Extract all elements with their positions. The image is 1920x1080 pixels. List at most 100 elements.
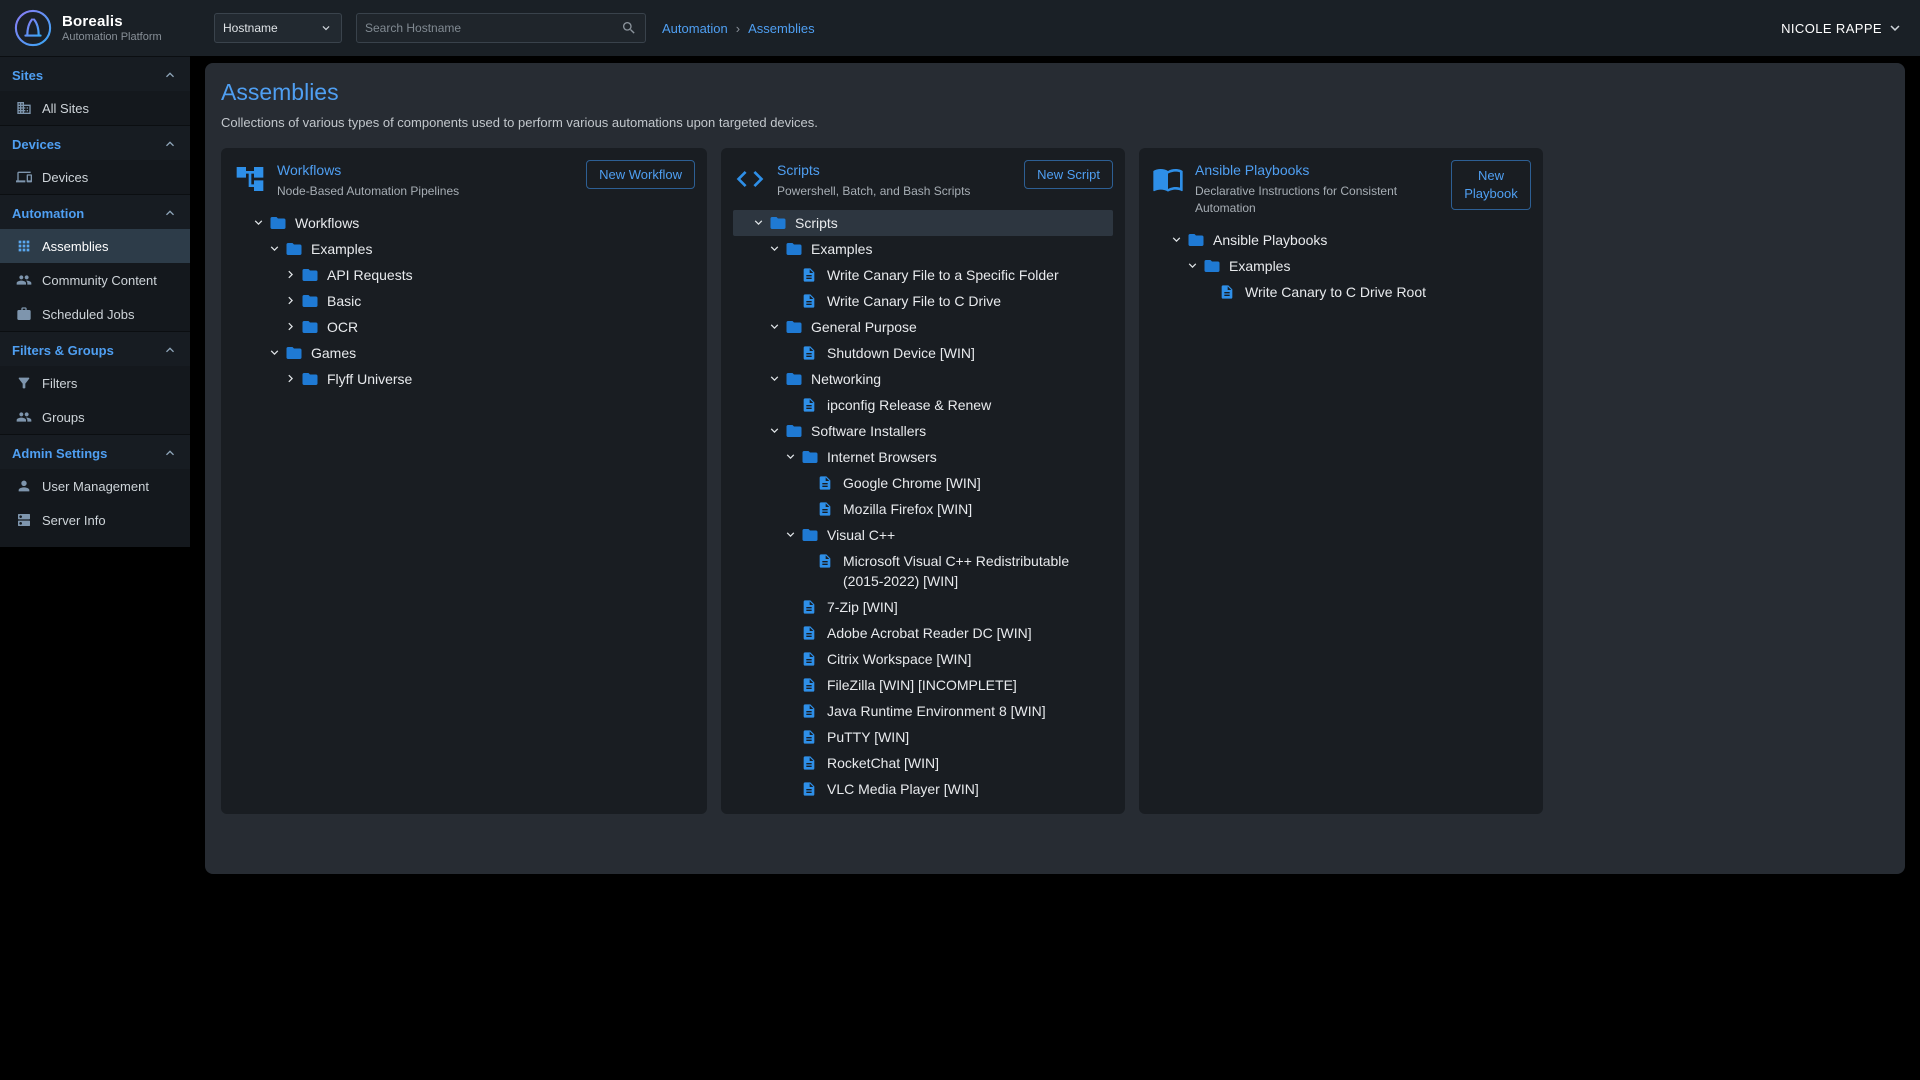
assemblies-icon [16,238,32,254]
sidebar: SitesAll SitesDevicesDevicesAutomationAs… [0,56,190,547]
tree-file-mozilla-firefox-win[interactable]: Mozilla Firefox [WIN] [733,496,1113,522]
workflows-card-title[interactable]: Workflows [277,162,576,178]
hostname-search-input[interactable] [365,21,621,35]
tree-folder-internet-browsers[interactable]: Internet Browsers [733,444,1113,470]
chevron-up-icon[interactable] [162,342,178,358]
chevron-up-icon[interactable] [162,136,178,152]
new-workflow-button[interactable]: New Workflow [586,160,695,189]
tree-file-google-chrome-win[interactable]: Google Chrome [WIN] [733,470,1113,496]
playbooks-card-title[interactable]: Ansible Playbooks [1195,162,1441,178]
chevron-down-icon[interactable] [767,423,782,438]
breadcrumb-link-automation[interactable]: Automation [662,21,728,36]
tree-file-ipconfig-release-renew[interactable]: ipconfig Release & Renew [733,392,1113,418]
tree-icon-box [801,701,827,721]
sidebar-item-user-management[interactable]: User Management [0,469,190,503]
tree-folder-flyff-universe[interactable]: Flyff Universe [233,366,695,392]
sidebar-item-devices[interactable]: Devices [0,160,190,194]
chevron-down-icon[interactable] [267,345,282,360]
chevron-down-icon[interactable] [767,371,782,386]
file-icon [801,345,817,361]
tree-indent [751,649,783,650]
chevron-up-icon[interactable] [162,67,178,83]
chevron-down-icon[interactable] [751,215,766,230]
chevron-down-icon[interactable] [783,527,798,542]
sidebar-item-all-sites[interactable]: All Sites [0,91,190,125]
new-script-button[interactable]: New Script [1024,160,1113,189]
sidebar-section-label: Automation [12,206,84,221]
sidebar-section-automation[interactable]: Automation [0,194,190,229]
tree-file-write-canary-to-c-drive-root[interactable]: Write Canary to C Drive Root [1151,279,1531,305]
chevron-down-icon[interactable] [783,449,798,464]
sidebar-item-filters[interactable]: Filters [0,366,190,400]
tree-folder-general-purpose[interactable]: General Purpose [733,314,1113,340]
tree-folder-scripts[interactable]: Scripts [733,210,1113,236]
tree-label: OCR [327,317,358,337]
chevron-right-icon[interactable] [283,267,298,282]
new-playbook-button[interactable]: New Playbook [1451,160,1531,210]
scripts-card-subtitle: Powershell, Batch, and Bash Scripts [777,183,1014,200]
tree-file-java-runtime-environment-8-win[interactable]: Java Runtime Environment 8 [WIN] [733,698,1113,724]
tree-file-shutdown-device-win[interactable]: Shutdown Device [WIN] [733,340,1113,366]
tree-folder-workflows[interactable]: Workflows [233,210,695,236]
breadcrumb-link-assemblies[interactable]: Assemblies [748,21,814,36]
playbooks-card: Ansible Playbooks Declarative Instructio… [1139,148,1543,814]
tree-chevron-box [783,675,801,695]
tree-file-7-zip-win[interactable]: 7-Zip [WIN] [733,594,1113,620]
chevron-up-icon[interactable] [162,205,178,221]
sidebar-item-community-content[interactable]: Community Content [0,263,190,297]
sidebar-item-groups[interactable]: Groups [0,400,190,434]
tree-folder-visual-c[interactable]: Visual C++ [733,522,1113,548]
chevron-right-icon[interactable] [283,371,298,386]
tree-file-adobe-acrobat-reader-dc-win[interactable]: Adobe Acrobat Reader DC [WIN] [733,620,1113,646]
tree-indent [1169,256,1185,257]
chevron-down-icon[interactable] [767,241,782,256]
chevron-down-icon[interactable] [251,215,266,230]
playbooks-tree: Ansible PlaybooksExamplesWrite Canary to… [1151,227,1531,305]
folder-icon [301,266,319,284]
hostname-select[interactable]: Hostname [214,13,342,43]
tree-file-rocketchat-win[interactable]: RocketChat [WIN] [733,750,1113,776]
tree-folder-basic[interactable]: Basic [233,288,695,314]
chevron-right-icon[interactable] [283,293,298,308]
tree-folder-ocr[interactable]: OCR [233,314,695,340]
sidebar-section-filters-groups[interactable]: Filters & Groups [0,331,190,366]
tree-folder-software-installers[interactable]: Software Installers [733,418,1113,444]
tree-folder-games[interactable]: Games [233,340,695,366]
user-menu[interactable]: NICOLE RAPPE [1781,19,1904,37]
sidebar-item-scheduled-jobs[interactable]: Scheduled Jobs [0,297,190,331]
tree-file-write-canary-file-to-a-specific-folder[interactable]: Write Canary File to a Specific Folder [733,262,1113,288]
tree-chevron-box [251,213,269,233]
folder-icon [301,292,319,310]
tree-icon-box [285,239,311,259]
search-icon[interactable] [621,20,637,36]
sidebar-section-sites[interactable]: Sites [0,56,190,91]
tree-folder-api-requests[interactable]: API Requests [233,262,695,288]
chevron-down-icon[interactable] [1169,232,1184,247]
tree-folder-examples[interactable]: Examples [1151,253,1531,279]
chevron-down-icon[interactable] [1185,258,1200,273]
assembly-cards: Workflows Node-Based Automation Pipeline… [221,148,1889,814]
chevron-down-icon[interactable] [267,241,282,256]
sidebar-item-server-info[interactable]: Server Info [0,503,190,537]
chevron-right-icon[interactable] [283,319,298,334]
scripts-card-title[interactable]: Scripts [777,162,1014,178]
tree-file-citrix-workspace-win[interactable]: Citrix Workspace [WIN] [733,646,1113,672]
scripts-card-header: Scripts Powershell, Batch, and Bash Scri… [733,160,1113,200]
tree-folder-examples[interactable]: Examples [233,236,695,262]
tree-file-putty-win[interactable]: PuTTY [WIN] [733,724,1113,750]
tree-folder-networking[interactable]: Networking [733,366,1113,392]
tree-file-write-canary-file-to-c-drive[interactable]: Write Canary File to C Drive [733,288,1113,314]
sidebar-section-admin-settings[interactable]: Admin Settings [0,434,190,469]
tree-file-vlc-media-player-win[interactable]: VLC Media Player [WIN] [733,776,1113,802]
chevron-down-icon[interactable] [767,319,782,334]
tree-indent [751,421,767,422]
tree-file-filezilla-win-incomplete[interactable]: FileZilla [WIN] [INCOMPLETE] [733,672,1113,698]
tree-folder-ansible-playbooks[interactable]: Ansible Playbooks [1151,227,1531,253]
tree-indent [751,779,783,780]
sidebar-item-assemblies[interactable]: Assemblies [0,229,190,263]
tree-file-microsoft-visual-c-redistributable-2015-2022-win[interactable]: Microsoft Visual C++ Redistributable (20… [733,548,1113,594]
chevron-up-icon[interactable] [162,445,178,461]
tree-indent [751,499,799,500]
sidebar-section-devices[interactable]: Devices [0,125,190,160]
tree-folder-examples[interactable]: Examples [733,236,1113,262]
